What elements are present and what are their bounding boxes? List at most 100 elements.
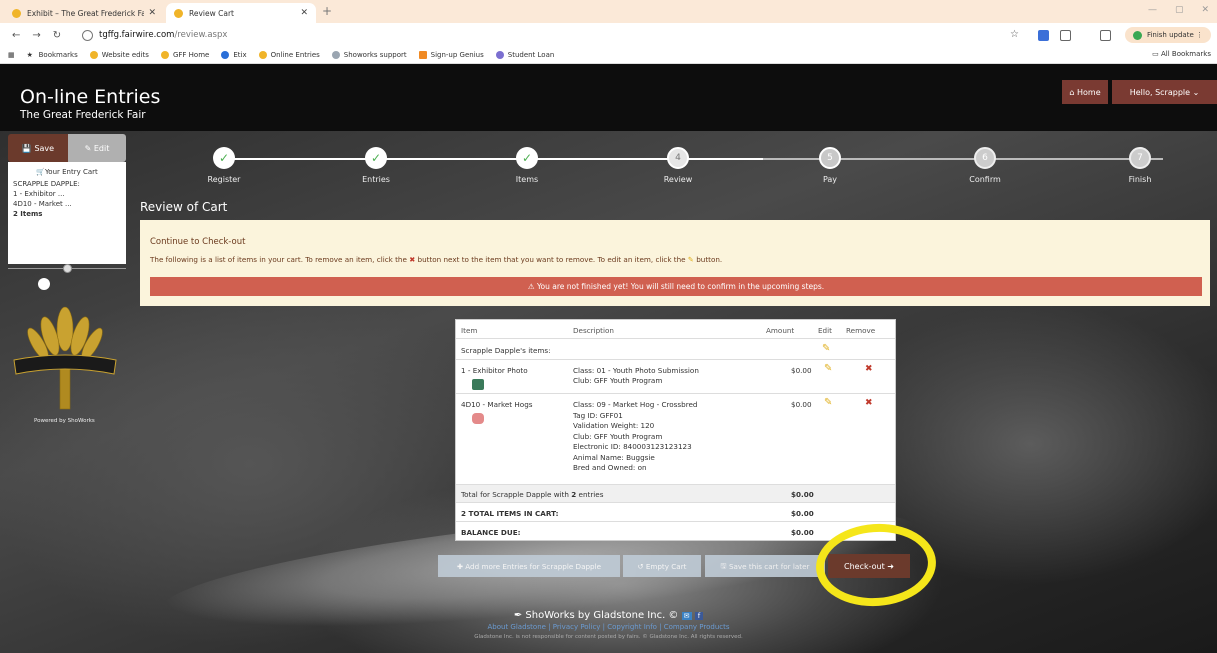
cart-line[interactable]: 4D10 - Market ... xyxy=(13,199,121,209)
pencil-icon: ✎ xyxy=(84,143,92,153)
close-icon[interactable]: ✕ xyxy=(148,8,156,18)
extensions-puzzle-icon[interactable] xyxy=(1060,30,1071,41)
back-icon[interactable]: ← xyxy=(12,30,20,41)
plus-icon: ✚ xyxy=(456,561,463,571)
all-bookmarks[interactable]: ▭ All Bookmarks xyxy=(1152,50,1211,58)
table-row: 4D10 - Market Hogs Class: 09 - Market Ho… xyxy=(456,394,895,485)
facebook-icon[interactable]: f xyxy=(694,612,704,620)
edit-pencil-icon[interactable]: ✎ xyxy=(824,363,832,374)
remove-x-icon[interactable]: ✖ xyxy=(865,364,873,374)
notice-heading: Continue to Check-out xyxy=(150,237,246,247)
student-loan-icon xyxy=(495,51,504,59)
check-icon: ✓ xyxy=(365,147,387,169)
edit-button[interactable]: ✎ Edit xyxy=(68,134,126,162)
site-footer: ✒ ShoWorks by Gladstone Inc. © ✉ f About… xyxy=(0,610,1217,640)
edit-pencil-icon[interactable]: ✎ xyxy=(822,343,830,354)
window-controls: — ▢ ✕ xyxy=(1148,5,1209,15)
warning-icon: ⚠ xyxy=(527,282,535,291)
bookmark-item[interactable]: Student Loan xyxy=(495,51,554,59)
balance-row: BALANCE DUE: $0.00 xyxy=(461,528,814,537)
address-row: ← → ↻ tgffg.fairwire.com/review.aspx ☆ F… xyxy=(0,23,1217,47)
bookmark-item[interactable]: Etix xyxy=(221,51,247,59)
page-content: On-line Entries The Great Frederick Fair… xyxy=(0,64,1217,653)
table-row: 1 - Exhibitor Photo Class: 01 - Youth Ph… xyxy=(456,360,895,394)
save-cart-later-button[interactable]: 🖫 Save this cart for later xyxy=(705,555,825,577)
add-more-entries-button[interactable]: ✚ Add more Entries for Scrapple Dapple xyxy=(438,555,620,577)
site-subtitle: The Great Frederick Fair xyxy=(20,109,146,121)
group-row: Scrapple Dapple's items: ✎ xyxy=(456,339,895,360)
site-title: On-line Entries xyxy=(20,86,161,108)
footer-links[interactable]: About Gladstone | Privacy Policy | Copyr… xyxy=(0,623,1217,631)
collapse-handle[interactable] xyxy=(63,264,72,273)
signup-genius-icon xyxy=(418,51,427,59)
new-tab-icon[interactable]: + xyxy=(322,4,332,18)
check-icon: ✓ xyxy=(213,147,235,169)
cart-table: Item Description Amount Edit Remove Scra… xyxy=(455,319,896,541)
extension-icon[interactable] xyxy=(1038,30,1049,41)
twitter-icon[interactable]: ✉ xyxy=(681,612,692,620)
check-icon: ✓ xyxy=(516,147,538,169)
url-bar[interactable]: tgffg.fairwire.com/review.aspx xyxy=(82,26,1022,44)
bookmark-item[interactable]: GFF Home xyxy=(160,51,209,59)
fair-favicon-icon xyxy=(174,8,183,18)
fair-favicon-icon xyxy=(160,51,169,59)
step-number: 6 xyxy=(974,147,996,169)
cart-line[interactable]: 1 - Exhibitor ... xyxy=(13,189,121,199)
maximize-icon[interactable]: ▢ xyxy=(1175,5,1184,15)
cart-header: 🛒Your Entry Cart xyxy=(36,168,98,176)
bookmark-item[interactable]: Sign-up Genius xyxy=(418,51,484,59)
empty-cart-button[interactable]: ↺ Empty Cart xyxy=(623,555,701,577)
fair-favicon-icon xyxy=(89,51,98,59)
reload-icon[interactable]: ↻ xyxy=(53,30,61,41)
bookmark-item[interactable]: Showorks support xyxy=(331,51,407,59)
site-header: On-line Entries The Great Frederick Fair… xyxy=(0,64,1217,131)
entry-cart-panel: 🛒Your Entry Cart SCRAPPLE DAPPLE: 1 - Ex… xyxy=(8,162,126,264)
edit-pencil-icon[interactable]: ✎ xyxy=(824,397,832,408)
powered-by: Powered by ShoWorks xyxy=(34,418,95,424)
trophy-icon xyxy=(331,51,340,59)
fair-favicon-icon xyxy=(12,8,21,18)
bookmarks-bar: ▦ ★ Bookmarks Website edits GFF Home Etix… xyxy=(0,47,1217,64)
page-title: Review of Cart xyxy=(140,200,228,214)
site-info-icon[interactable] xyxy=(82,29,93,41)
cart-icon: 🛒 xyxy=(36,168,45,176)
home-button[interactable]: ⌂ Home xyxy=(1062,80,1108,104)
url-path: /review.aspx xyxy=(174,30,228,40)
reading-mode-icon[interactable] xyxy=(1100,30,1111,41)
remove-x-icon[interactable]: ✖ xyxy=(865,398,873,408)
floppy-icon: 🖫 xyxy=(720,560,727,570)
bookmark-item[interactable]: Online Entries xyxy=(258,51,320,59)
forward-icon[interactable]: → xyxy=(32,30,40,41)
step-number: 7 xyxy=(1129,147,1151,169)
sidebar-toggle[interactable] xyxy=(38,278,50,290)
total-items-row: 2 TOTAL ITEMS IN CART: $0.00 xyxy=(456,503,895,522)
bookmark-star-icon[interactable]: ☆ xyxy=(1010,29,1019,40)
step-number: 4 xyxy=(667,147,689,169)
warning-alert: ⚠ You are not finished yet! You will sti… xyxy=(150,277,1202,296)
pig-icon xyxy=(472,413,484,424)
finish-update-button[interactable]: Finish update ⋮ xyxy=(1124,27,1211,43)
save-button[interactable]: 💾 Save xyxy=(8,134,68,162)
footer-legal: Gladstone Inc. is not responsible for co… xyxy=(474,634,743,640)
table-header: Item Description Amount Edit Remove xyxy=(456,320,895,339)
tab-title: Exhibit – The Great Frederick Fa xyxy=(27,8,145,18)
etix-icon xyxy=(221,51,230,59)
user-menu-button[interactable]: Hello, Scrapple ⌄ xyxy=(1112,80,1217,104)
tab-review-cart[interactable]: Review Cart ✕ xyxy=(166,3,316,23)
floppy-icon: 💾 xyxy=(21,143,32,153)
close-window-icon[interactable]: ✕ xyxy=(1201,5,1209,15)
sidebar-buttons: 💾 Save ✎ Edit xyxy=(8,134,126,162)
tab-exhibit[interactable]: Exhibit – The Great Frederick Fa ✕ xyxy=(4,3,164,23)
close-icon[interactable]: ✕ xyxy=(300,8,308,18)
step-confirm: 6 Confirm xyxy=(945,144,1025,184)
home-icon: ⌂ xyxy=(1069,87,1075,97)
notice-text: The following is a list of items in your… xyxy=(150,255,723,264)
step-pay: 5 Pay xyxy=(790,144,870,184)
step-entries: ✓ Entries xyxy=(336,144,416,184)
step-number: 5 xyxy=(819,147,841,169)
bookmark-item[interactable]: Website edits xyxy=(89,51,149,59)
apps-grid-icon[interactable]: ▦ xyxy=(8,51,15,59)
minimize-icon[interactable]: — xyxy=(1148,5,1157,15)
cart-line: SCRAPPLE DAPPLE: xyxy=(13,180,80,188)
bookmark-item[interactable]: ★ Bookmarks xyxy=(27,51,78,59)
